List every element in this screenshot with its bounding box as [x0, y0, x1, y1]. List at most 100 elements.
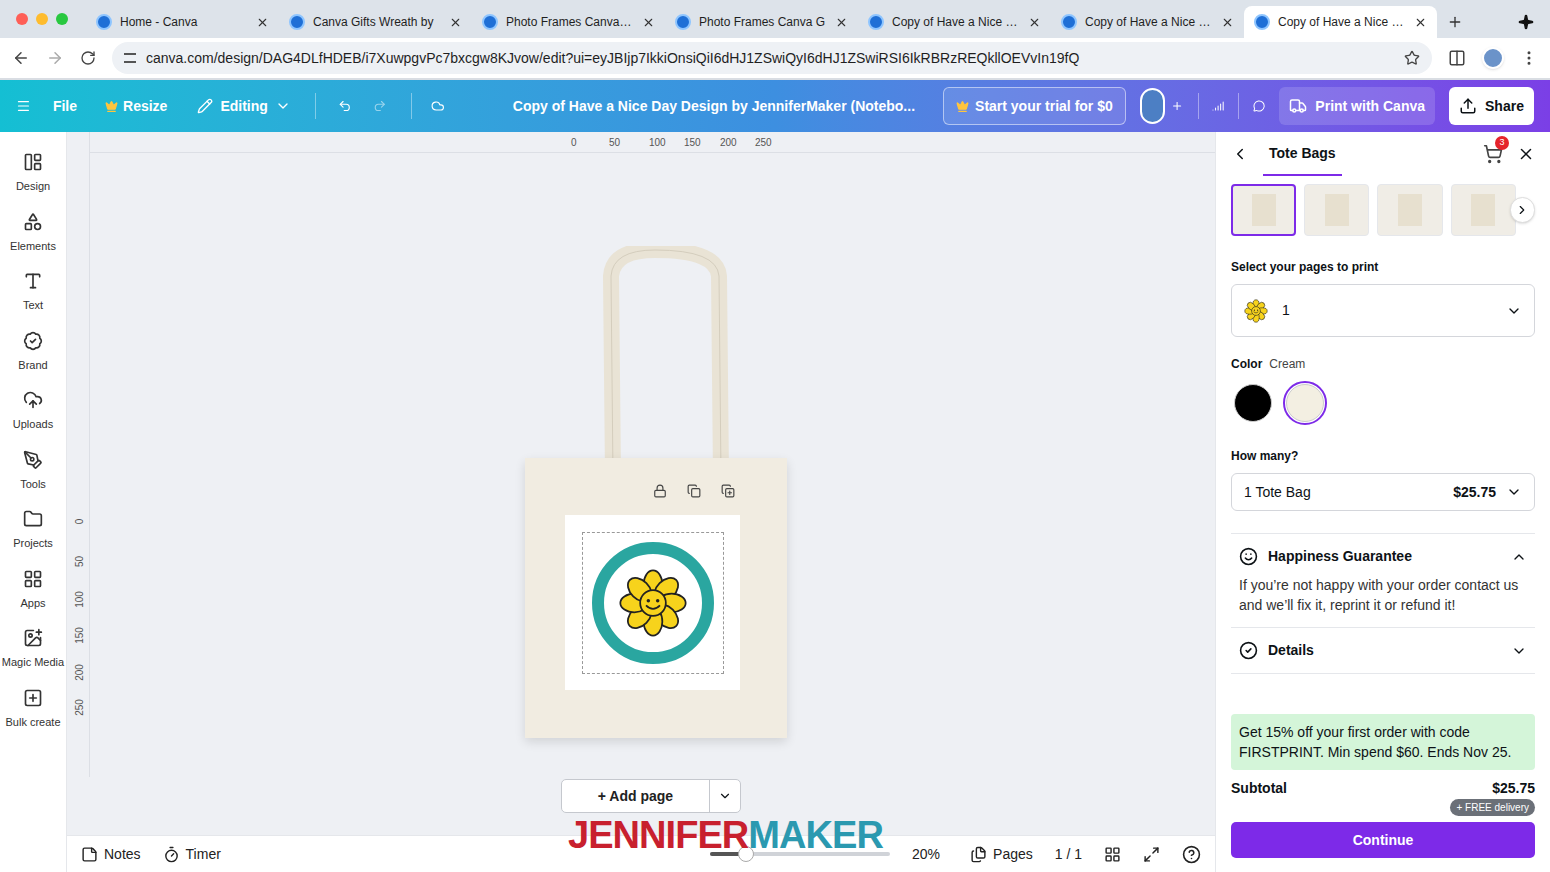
close-dot[interactable] — [16, 13, 28, 25]
insights-icon[interactable] — [1212, 97, 1224, 115]
close-tab-icon[interactable] — [256, 16, 269, 29]
browser-tab[interactable]: Photo Frames Canva Gi — [472, 6, 665, 38]
bookmark-icon[interactable] — [1404, 50, 1420, 66]
sidebar-item[interactable]: Bulk create — [0, 688, 67, 731]
hamburger-icon[interactable] — [16, 95, 31, 117]
panel-title: Tote Bags — [1263, 132, 1342, 176]
zoom-slider[interactable] — [710, 852, 890, 856]
sidebar-item[interactable]: Projects — [0, 509, 67, 552]
browser-tab[interactable]: Copy of Have a Nice Da — [858, 6, 1051, 38]
sidebar-item[interactable]: Design — [0, 152, 67, 195]
chevron-down-icon[interactable] — [718, 789, 732, 803]
site-info-icon[interactable] — [124, 53, 136, 63]
sidebar-item-icon — [23, 569, 43, 589]
sidebar-item[interactable]: Text — [0, 271, 67, 314]
redo-icon[interactable] — [373, 96, 387, 116]
product-thumbnail[interactable] — [1377, 184, 1442, 236]
editor-toolbar: File Resize Editing Copy of Have a Nice Day… — [0, 80, 1550, 132]
product-thumbnail[interactable] — [1304, 184, 1369, 236]
add-page-button[interactable]: + Add page — [561, 779, 741, 813]
help-icon[interactable] — [1182, 845, 1201, 864]
browser-tab[interactable]: Photo Frames Canva G — [665, 6, 858, 38]
share-icon — [1459, 97, 1477, 115]
chevron-down-icon — [275, 98, 291, 114]
resize-button[interactable]: Resize — [99, 96, 173, 117]
trial-button[interactable]: Start your trial for $0 — [943, 87, 1126, 125]
duplicate-icon[interactable] — [687, 484, 701, 498]
user-avatar[interactable] — [1140, 88, 1166, 124]
product-thumbnail[interactable] — [1231, 184, 1296, 236]
browser-tab[interactable]: Copy of Have a Nice Da — [1051, 6, 1244, 38]
flower-icon — [1244, 299, 1268, 323]
accordion-header[interactable]: Details — [1239, 640, 1527, 661]
product-thumbnail[interactable] — [1451, 184, 1516, 236]
address-bar: canva.com/design/DAG4DLfHDEB/i7XuwpgvPc7… — [0, 38, 1550, 80]
invite-icon[interactable] — [1171, 97, 1183, 115]
forward-icon[interactable] — [46, 49, 64, 67]
close-tab-icon[interactable] — [1221, 16, 1234, 29]
notes-icon — [81, 846, 98, 863]
close-icon[interactable] — [1517, 145, 1535, 163]
close-tab-icon[interactable] — [642, 16, 655, 29]
tote-bag-mockup[interactable] — [525, 246, 787, 738]
add-icon[interactable] — [721, 484, 735, 498]
design-selection[interactable] — [582, 532, 724, 674]
close-tab-icon[interactable] — [449, 16, 462, 29]
accordion-body: If you’re not happy with your order cont… — [1239, 575, 1527, 615]
zoom-dot[interactable] — [56, 13, 68, 25]
reload-icon[interactable] — [80, 50, 96, 66]
saved-cloud-icon[interactable] — [431, 96, 445, 116]
lock-icon[interactable] — [653, 484, 667, 498]
thumbnails-next[interactable] — [1510, 197, 1535, 223]
print-area[interactable] — [565, 515, 740, 690]
sidebar-item[interactable]: Tools — [0, 450, 67, 493]
side-panel-icon[interactable] — [1448, 49, 1466, 67]
favicon-icon — [482, 14, 498, 30]
share-button[interactable]: Share — [1449, 87, 1534, 125]
pages-button[interactable]: Pages — [970, 844, 1033, 865]
pages-label: Select your pages to print — [1231, 258, 1535, 276]
assistant-icon[interactable] — [1518, 14, 1534, 30]
back-icon[interactable] — [12, 49, 30, 67]
cart-button[interactable]: 3 — [1483, 144, 1503, 164]
menu-icon[interactable] — [1520, 49, 1538, 67]
close-tab-icon[interactable] — [1028, 16, 1041, 29]
close-tab-icon[interactable] — [835, 16, 848, 29]
browser-tab[interactable]: Canva Gifts Wreath by — [279, 6, 472, 38]
app: Home - CanvaCanva Gifts Wreath byPhoto F… — [0, 0, 1550, 872]
pages-select[interactable]: 1 — [1231, 284, 1535, 337]
sidebar-item[interactable]: Magic Media — [0, 628, 67, 671]
notes-button[interactable]: Notes — [81, 844, 141, 865]
timer-button[interactable]: Timer — [163, 844, 221, 865]
continue-button[interactable]: Continue — [1231, 822, 1535, 858]
quantity-select[interactable]: 1 Tote Bag$25.75 — [1231, 473, 1535, 511]
sidebar: Design Elements Text Brand Uploads Tools Proje… — [0, 132, 67, 872]
design-title[interactable]: Copy of Have a Nice Day Design by Jennif… — [513, 96, 915, 117]
sidebar-item[interactable]: Apps — [0, 569, 67, 612]
color-swatch[interactable] — [1231, 381, 1275, 425]
accordion-header[interactable]: Happiness Guarantee — [1239, 546, 1527, 567]
zoom-value[interactable]: 20% — [912, 844, 948, 865]
url-field[interactable]: canva.com/design/DAG4DLfHDEB/i7XuwpgvPc7… — [112, 42, 1432, 74]
close-tab-icon[interactable] — [1414, 16, 1427, 29]
browser-tab[interactable]: Copy of Have a Nice Da — [1244, 6, 1437, 38]
back-icon[interactable] — [1231, 145, 1249, 163]
profile-avatar[interactable] — [1482, 47, 1504, 69]
grid-view-icon[interactable] — [1104, 846, 1121, 863]
ruler-top-label: 50 — [609, 135, 620, 150]
fullscreen-icon[interactable] — [1143, 846, 1160, 863]
sidebar-item[interactable]: Uploads — [0, 390, 67, 433]
file-menu[interactable]: File — [45, 96, 85, 117]
sidebar-item[interactable]: Brand — [0, 331, 67, 374]
delivery-badge: + FREE delivery — [1450, 799, 1535, 816]
print-button[interactable]: Print with Canva — [1279, 87, 1435, 125]
browser-tab[interactable]: Home - Canva — [86, 6, 279, 38]
chevron-down-icon — [1506, 303, 1522, 319]
minimize-dot[interactable] — [36, 13, 48, 25]
comment-icon[interactable] — [1253, 97, 1265, 115]
color-swatch[interactable] — [1283, 381, 1327, 425]
new-tab-icon[interactable] — [1447, 14, 1463, 30]
undo-icon[interactable] — [338, 96, 352, 116]
editing-button[interactable]: Editing — [187, 96, 300, 117]
sidebar-item[interactable]: Elements — [0, 212, 67, 255]
